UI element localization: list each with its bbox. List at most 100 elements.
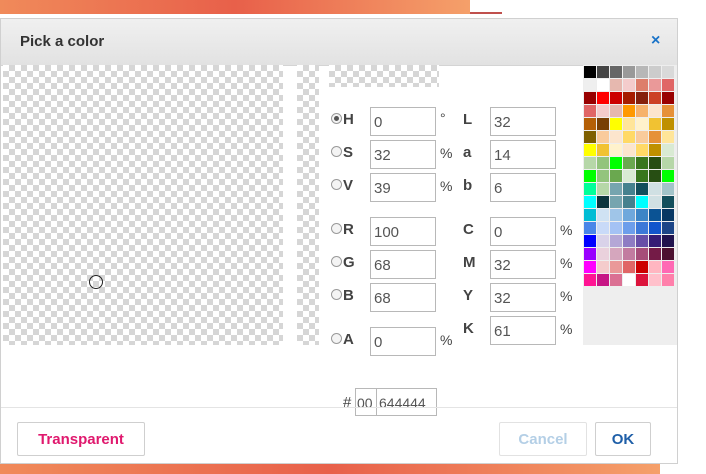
color-swatch[interactable] <box>610 261 622 273</box>
color-swatch[interactable] <box>597 118 609 130</box>
color-swatch[interactable] <box>636 183 648 195</box>
color-swatch[interactable] <box>610 170 622 182</box>
color-swatch[interactable] <box>623 170 635 182</box>
color-swatch[interactable] <box>649 274 661 286</box>
s-input[interactable]: 32 <box>370 140 436 169</box>
color-swatch[interactable] <box>610 209 622 221</box>
color-swatch[interactable] <box>649 196 661 208</box>
color-swatch[interactable] <box>584 79 596 91</box>
color-swatch[interactable] <box>584 92 596 104</box>
color-swatch[interactable] <box>662 261 674 273</box>
color-swatch[interactable] <box>623 118 635 130</box>
color-swatch[interactable] <box>662 196 674 208</box>
color-swatch[interactable] <box>636 79 648 91</box>
color-swatch[interactable] <box>597 157 609 169</box>
color-swatch[interactable] <box>597 170 609 182</box>
m-input[interactable]: 32 <box>490 250 556 279</box>
radio-h[interactable] <box>331 113 342 124</box>
color-swatch[interactable] <box>623 79 635 91</box>
color-swatch[interactable] <box>662 144 674 156</box>
color-swatch[interactable] <box>584 105 596 117</box>
color-swatch[interactable] <box>636 248 648 260</box>
color-swatch[interactable] <box>610 183 622 195</box>
color-swatch[interactable] <box>597 274 609 286</box>
transparent-button[interactable]: Transparent <box>17 422 145 456</box>
color-swatch[interactable] <box>597 131 609 143</box>
color-swatch[interactable] <box>623 131 635 143</box>
color-swatch[interactable] <box>610 248 622 260</box>
close-icon[interactable]: × <box>651 32 660 50</box>
color-swatch[interactable] <box>584 209 596 221</box>
color-swatch[interactable] <box>584 170 596 182</box>
color-swatch[interactable] <box>649 66 661 78</box>
color-swatch[interactable] <box>636 261 648 273</box>
color-swatch[interactable] <box>662 235 674 247</box>
color-swatch[interactable] <box>597 196 609 208</box>
c-input[interactable]: 0 <box>490 217 556 246</box>
sv-cursor[interactable] <box>89 275 103 289</box>
color-swatch[interactable] <box>623 196 635 208</box>
g-input[interactable]: 68 <box>370 250 436 279</box>
color-swatch[interactable] <box>662 183 674 195</box>
color-swatch[interactable] <box>623 235 635 247</box>
radio-alpha[interactable] <box>331 333 342 344</box>
color-swatch[interactable] <box>610 105 622 117</box>
v-input[interactable]: 39 <box>370 173 436 202</box>
color-swatch[interactable] <box>610 131 622 143</box>
color-swatch[interactable] <box>649 131 661 143</box>
color-swatch[interactable] <box>649 209 661 221</box>
color-swatch[interactable] <box>597 209 609 221</box>
color-swatch[interactable] <box>662 131 674 143</box>
color-swatch[interactable] <box>662 118 674 130</box>
color-swatch[interactable] <box>584 118 596 130</box>
color-swatch[interactable] <box>662 79 674 91</box>
color-swatch[interactable] <box>597 79 609 91</box>
color-swatch[interactable] <box>584 274 596 286</box>
color-swatch[interactable] <box>649 79 661 91</box>
color-swatch[interactable] <box>662 209 674 221</box>
color-swatch[interactable] <box>662 170 674 182</box>
r-input[interactable]: 100 <box>370 217 436 246</box>
color-swatch[interactable] <box>584 235 596 247</box>
radio-v[interactable] <box>331 179 342 190</box>
color-swatch[interactable] <box>584 248 596 260</box>
color-swatch[interactable] <box>584 222 596 234</box>
color-swatch[interactable] <box>623 274 635 286</box>
color-swatch[interactable] <box>662 248 674 260</box>
color-swatch[interactable] <box>623 92 635 104</box>
color-swatch[interactable] <box>597 105 609 117</box>
color-swatch[interactable] <box>636 196 648 208</box>
color-swatch[interactable] <box>623 105 635 117</box>
color-swatch[interactable] <box>649 170 661 182</box>
color-swatch[interactable] <box>636 92 648 104</box>
color-swatch[interactable] <box>649 261 661 273</box>
color-swatch[interactable] <box>636 105 648 117</box>
color-swatch[interactable] <box>636 222 648 234</box>
radio-s[interactable] <box>331 146 342 157</box>
color-swatch[interactable] <box>597 144 609 156</box>
color-swatch[interactable] <box>623 261 635 273</box>
color-swatch[interactable] <box>662 92 674 104</box>
color-swatch[interactable] <box>649 222 661 234</box>
color-swatch[interactable] <box>636 144 648 156</box>
color-swatch[interactable] <box>649 118 661 130</box>
color-swatch[interactable] <box>649 92 661 104</box>
color-swatch[interactable] <box>597 248 609 260</box>
cancel-button[interactable]: Cancel <box>499 422 587 456</box>
color-swatch[interactable] <box>584 131 596 143</box>
l-input[interactable]: 32 <box>490 107 556 136</box>
color-swatch[interactable] <box>610 235 622 247</box>
color-swatch[interactable] <box>636 66 648 78</box>
y-input[interactable]: 32 <box>490 283 556 312</box>
color-swatch[interactable] <box>662 222 674 234</box>
color-swatch[interactable] <box>584 261 596 273</box>
color-swatch[interactable] <box>649 105 661 117</box>
color-swatch[interactable] <box>597 183 609 195</box>
color-swatch[interactable] <box>662 274 674 286</box>
color-swatch[interactable] <box>649 235 661 247</box>
color-swatch[interactable] <box>662 66 674 78</box>
color-swatch[interactable] <box>610 274 622 286</box>
color-swatch[interactable] <box>636 118 648 130</box>
b-rgb-input[interactable]: 68 <box>370 283 436 312</box>
color-swatch[interactable] <box>584 196 596 208</box>
